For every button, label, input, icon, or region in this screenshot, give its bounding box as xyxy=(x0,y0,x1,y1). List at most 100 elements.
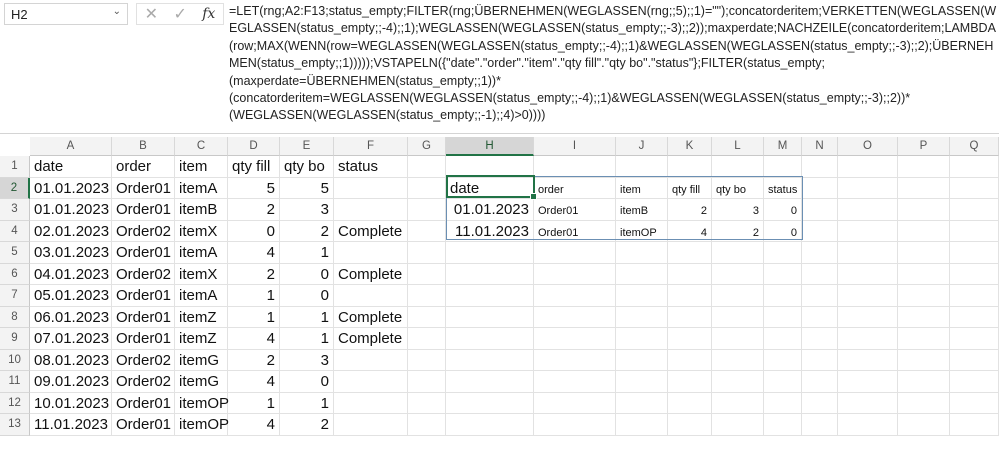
cell-B8[interactable]: Order01 xyxy=(112,306,175,328)
cell-D2[interactable]: 5 xyxy=(228,177,280,199)
cell-C3[interactable]: itemB xyxy=(175,199,228,221)
cell-G13[interactable] xyxy=(408,414,446,436)
cell-L3[interactable]: 3 xyxy=(712,199,764,221)
column-header-J[interactable]: J xyxy=(616,137,668,156)
row-header-6[interactable]: 6 xyxy=(0,263,30,285)
cell-M4[interactable]: 0 xyxy=(764,220,802,242)
cell-E13[interactable]: 2 xyxy=(280,414,334,436)
row-header-3[interactable]: 3 xyxy=(0,199,30,221)
cell-L1[interactable] xyxy=(712,156,764,178)
row-header-4[interactable]: 4 xyxy=(0,220,30,242)
cell-O9[interactable] xyxy=(838,328,898,350)
cell-I8[interactable] xyxy=(534,306,616,328)
cell-P13[interactable] xyxy=(898,414,950,436)
cell-G2[interactable] xyxy=(408,177,446,199)
cell-Q6[interactable] xyxy=(950,263,999,285)
insert-function-icon[interactable]: fx xyxy=(202,6,215,22)
cell-L5[interactable] xyxy=(712,242,764,264)
cell-M5[interactable] xyxy=(764,242,802,264)
cell-G6[interactable] xyxy=(408,263,446,285)
cell-D4[interactable]: 0 xyxy=(228,220,280,242)
cell-O11[interactable] xyxy=(838,371,898,393)
cell-D6[interactable]: 2 xyxy=(228,263,280,285)
cell-E8[interactable]: 1 xyxy=(280,306,334,328)
cell-A11[interactable]: 09.01.2023 xyxy=(30,371,112,393)
cell-O10[interactable] xyxy=(838,349,898,371)
cell-I4[interactable]: Order01 xyxy=(534,220,616,242)
cell-B2[interactable]: Order01 xyxy=(112,177,175,199)
cell-L11[interactable] xyxy=(712,371,764,393)
cell-M8[interactable] xyxy=(764,306,802,328)
cell-C12[interactable]: itemOP xyxy=(175,392,229,414)
cell-B5[interactable]: Order01 xyxy=(112,242,175,264)
cell-J2[interactable]: item xyxy=(616,177,668,199)
cell-K8[interactable] xyxy=(668,306,712,328)
cell-K11[interactable] xyxy=(668,371,712,393)
cell-J8[interactable] xyxy=(616,306,668,328)
cell-N8[interactable] xyxy=(802,306,838,328)
cell-B6[interactable]: Order02 xyxy=(112,263,175,285)
cell-P6[interactable] xyxy=(898,263,950,285)
cell-J12[interactable] xyxy=(616,392,668,414)
cell-E6[interactable]: 0 xyxy=(280,263,334,285)
cell-F8[interactable]: Complete xyxy=(334,306,408,328)
row-header-10[interactable]: 10 xyxy=(0,349,30,371)
cell-K7[interactable] xyxy=(668,285,712,307)
chevron-down-icon[interactable]: ⌄ xyxy=(113,6,121,17)
cell-Q4[interactable] xyxy=(950,220,999,242)
cell-K2[interactable]: qty fill xyxy=(668,177,712,199)
cell-J1[interactable] xyxy=(616,156,668,178)
row-header-2[interactable]: 2 xyxy=(0,177,30,199)
cell-E1[interactable]: qty bo xyxy=(280,156,334,178)
cell-Q9[interactable] xyxy=(950,328,999,350)
cell-N5[interactable] xyxy=(802,242,838,264)
cell-B10[interactable]: Order02 xyxy=(112,349,175,371)
cell-O1[interactable] xyxy=(838,156,898,178)
cell-K13[interactable] xyxy=(668,414,712,436)
column-header-D[interactable]: D xyxy=(228,137,280,156)
cell-M1[interactable] xyxy=(764,156,802,178)
cell-L10[interactable] xyxy=(712,349,764,371)
cell-F4[interactable]: Complete xyxy=(334,220,408,242)
cell-C7[interactable]: itemA xyxy=(175,285,228,307)
cell-F12[interactable] xyxy=(334,392,408,414)
cell-H3[interactable]: 01.01.2023 xyxy=(446,199,534,221)
cell-G7[interactable] xyxy=(408,285,446,307)
cell-G11[interactable] xyxy=(408,371,446,393)
cell-P10[interactable] xyxy=(898,349,950,371)
cell-P8[interactable] xyxy=(898,306,950,328)
cell-H11[interactable] xyxy=(446,371,534,393)
cell-E9[interactable]: 1 xyxy=(280,328,334,350)
cell-G1[interactable] xyxy=(408,156,446,178)
cell-D12[interactable]: 1 xyxy=(228,392,280,414)
cell-L6[interactable] xyxy=(712,263,764,285)
cell-K12[interactable] xyxy=(668,392,712,414)
cell-I11[interactable] xyxy=(534,371,616,393)
cell-O8[interactable] xyxy=(838,306,898,328)
cell-N13[interactable] xyxy=(802,414,838,436)
cell-G12[interactable] xyxy=(408,392,446,414)
cell-K1[interactable] xyxy=(668,156,712,178)
cell-A6[interactable]: 04.01.2023 xyxy=(30,263,112,285)
cell-M2[interactable]: status xyxy=(764,177,802,199)
cell-Q10[interactable] xyxy=(950,349,999,371)
cell-E3[interactable]: 3 xyxy=(280,199,334,221)
cell-O3[interactable] xyxy=(838,199,898,221)
cell-D1[interactable]: qty fill xyxy=(228,156,280,178)
column-header-B[interactable]: B xyxy=(112,137,175,156)
cell-G5[interactable] xyxy=(408,242,446,264)
cell-E2[interactable]: 5 xyxy=(280,177,334,199)
cell-I13[interactable] xyxy=(534,414,616,436)
cell-A8[interactable]: 06.01.2023 xyxy=(30,306,112,328)
column-header-L[interactable]: L xyxy=(712,137,764,156)
cell-K3[interactable]: 2 xyxy=(668,199,712,221)
cell-L7[interactable] xyxy=(712,285,764,307)
cell-Q2[interactable] xyxy=(950,177,999,199)
cell-M9[interactable] xyxy=(764,328,802,350)
cell-L13[interactable] xyxy=(712,414,764,436)
cell-C8[interactable]: itemZ xyxy=(175,306,228,328)
cell-L9[interactable] xyxy=(712,328,764,350)
cell-J5[interactable] xyxy=(616,242,668,264)
cell-D7[interactable]: 1 xyxy=(228,285,280,307)
cell-I9[interactable] xyxy=(534,328,616,350)
